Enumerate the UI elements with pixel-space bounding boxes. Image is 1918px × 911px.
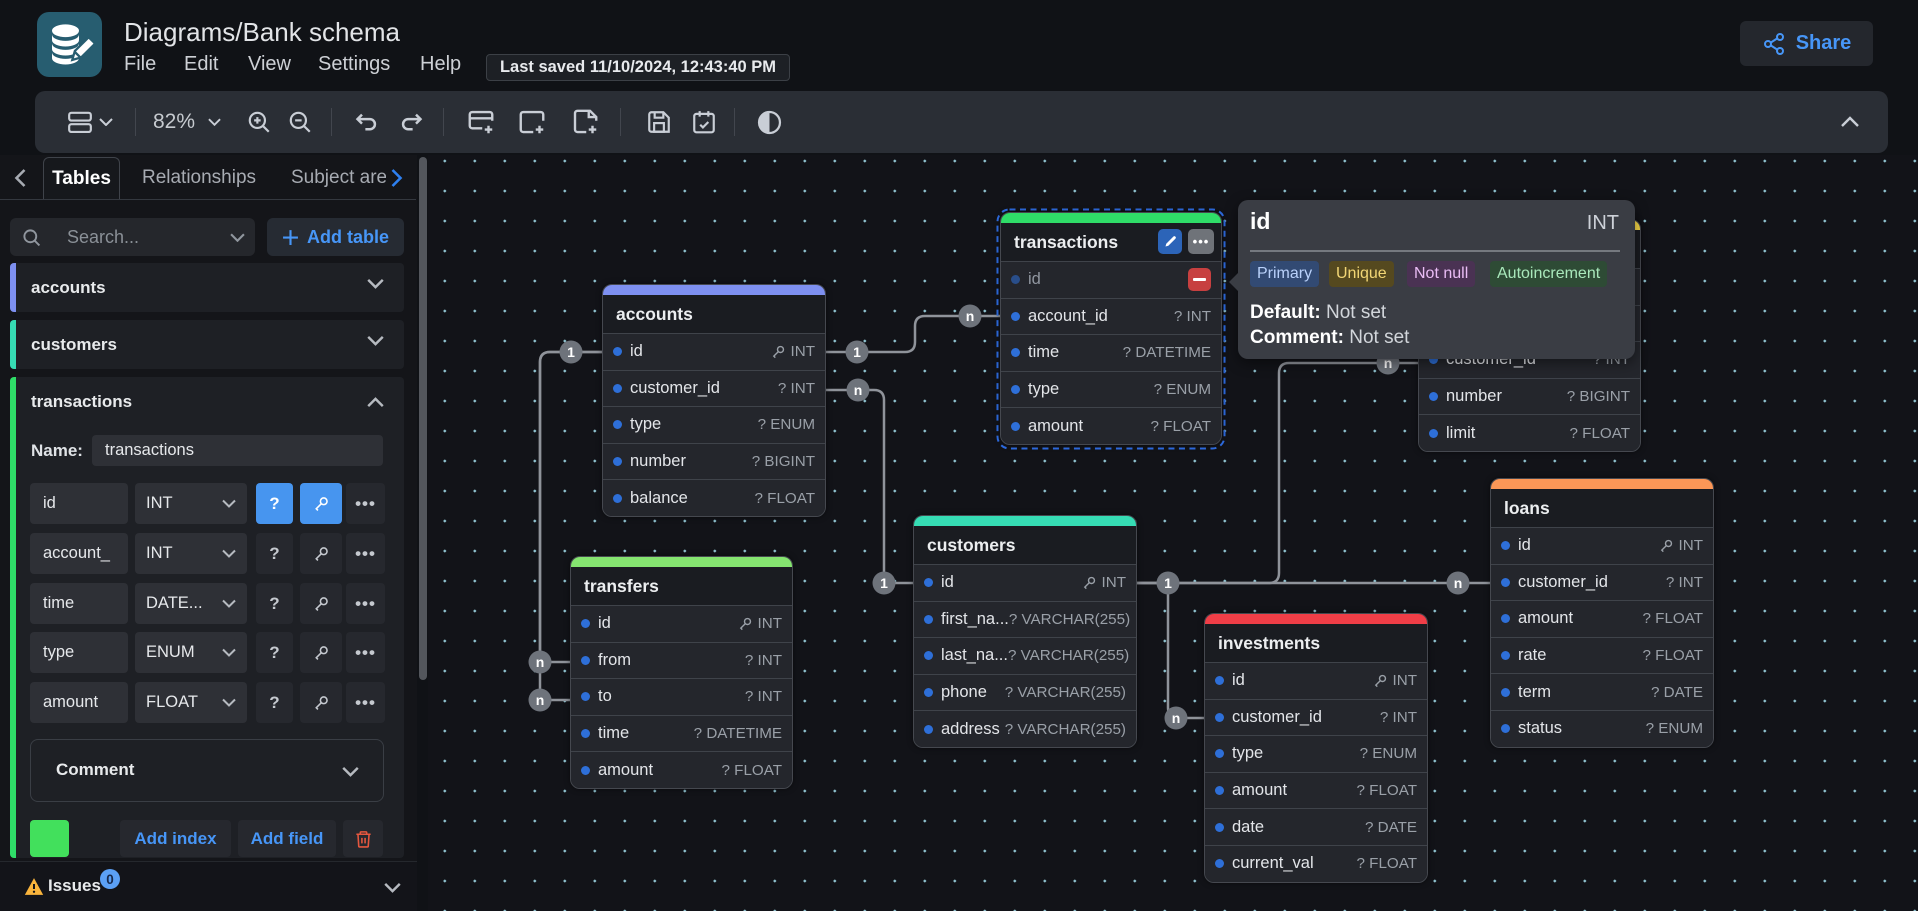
svg-text:n: n — [854, 382, 863, 398]
svg-text:n: n — [536, 692, 545, 708]
svg-text:1: 1 — [853, 344, 861, 360]
svg-text:1: 1 — [880, 575, 888, 591]
svg-text:n: n — [1172, 710, 1181, 726]
svg-text:1: 1 — [1164, 575, 1172, 591]
svg-text:n: n — [536, 654, 545, 670]
svg-text:n: n — [1454, 575, 1463, 591]
svg-text:n: n — [966, 308, 975, 324]
svg-text:1: 1 — [567, 344, 575, 360]
